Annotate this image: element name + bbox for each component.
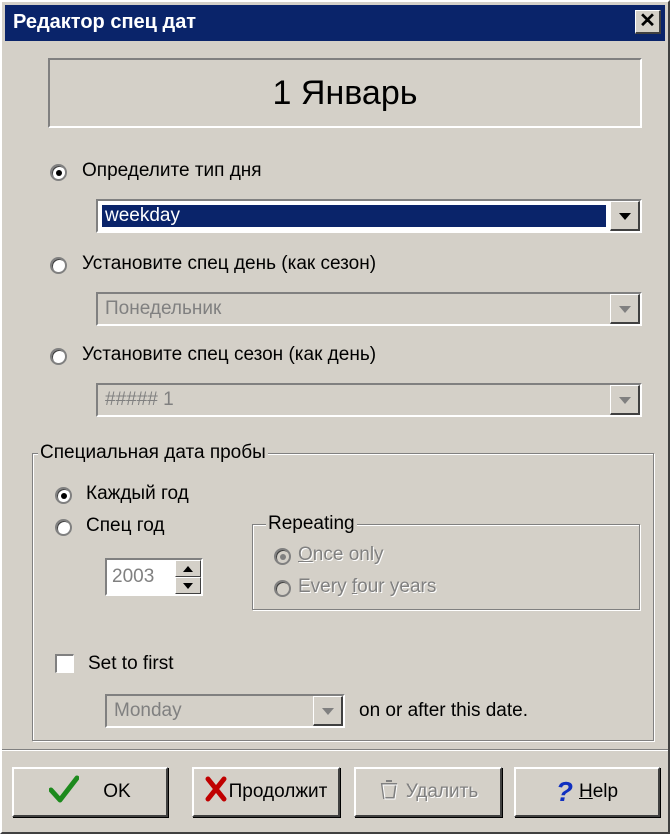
dropdown-arrow-icon[interactable] [610, 201, 640, 231]
day-type-radio[interactable] [50, 164, 67, 181]
spin-up-icon[interactable] [175, 560, 201, 577]
help-button[interactable]: ? Help [514, 767, 660, 817]
special-year-radio[interactable] [55, 519, 72, 536]
year-value: 2003 [112, 566, 155, 587]
once-only-radio[interactable] [274, 548, 291, 565]
weekday-value: Monday [114, 700, 182, 721]
special-season-value: ##### 1 [105, 389, 174, 410]
continue-label: Продолжит [228, 781, 328, 802]
close-icon: ✕ [639, 10, 656, 32]
every-year-radio[interactable] [55, 487, 72, 504]
continue-button[interactable]: Продолжит [192, 767, 340, 817]
special-season-select[interactable]: ##### 1 [96, 383, 642, 417]
delete-label: Удалить [405, 781, 479, 802]
special-day-select[interactable]: Понедельник [96, 292, 642, 326]
set-to-first-checkbox[interactable] [55, 654, 74, 673]
special-season-radio[interactable] [50, 348, 67, 365]
once-only-label: Once only [298, 544, 384, 565]
every-year-label: Каждый год [86, 483, 189, 504]
separator [2, 749, 668, 751]
question-mark-icon: ? [555, 776, 573, 807]
delete-button[interactable]: Удалить [354, 767, 502, 817]
date-display: 1 Январь [48, 58, 642, 128]
dropdown-arrow-icon[interactable] [313, 696, 343, 726]
special-dates-dialog: Редактор спец дат ✕ 1 Январь Определите … [0, 0, 670, 834]
day-type-value: weekday [101, 204, 607, 228]
close-button[interactable]: ✕ [635, 10, 661, 34]
x-mark-icon [205, 776, 227, 808]
special-season-label: Установите спец сезон (как день) [82, 344, 377, 365]
year-spinner[interactable]: 2003 [105, 558, 203, 596]
dropdown-arrow-icon[interactable] [610, 294, 640, 324]
checkmark-icon [48, 775, 80, 809]
window-title: Редактор спец дат [13, 11, 197, 33]
repeating-group-title: Repeating [266, 513, 357, 535]
ok-label: OK [103, 781, 131, 802]
after-date-label: on or after this date. [359, 700, 528, 721]
weekday-select[interactable]: Monday [105, 694, 345, 728]
every-four-years-radio[interactable] [274, 580, 291, 597]
title-bar[interactable]: Редактор спец дат ✕ [5, 5, 665, 41]
spin-down-icon[interactable] [175, 577, 201, 594]
special-year-label: Спец год [86, 515, 165, 536]
ok-button[interactable]: OK [12, 767, 168, 817]
every-four-years-label: Every four years [298, 576, 437, 597]
trash-icon [378, 778, 400, 806]
set-to-first-label: Set to first [88, 653, 174, 674]
special-day-radio[interactable] [50, 257, 67, 274]
special-date-group-title: Специальная дата пробы [38, 442, 268, 464]
special-day-label: Установите спец день (как сезон) [82, 253, 377, 274]
dropdown-arrow-icon[interactable] [610, 385, 640, 415]
help-label: Help [579, 781, 619, 802]
day-type-label: Определите тип дня [82, 160, 262, 181]
special-day-value: Понедельник [105, 298, 222, 319]
day-type-select[interactable]: weekday [96, 199, 642, 233]
